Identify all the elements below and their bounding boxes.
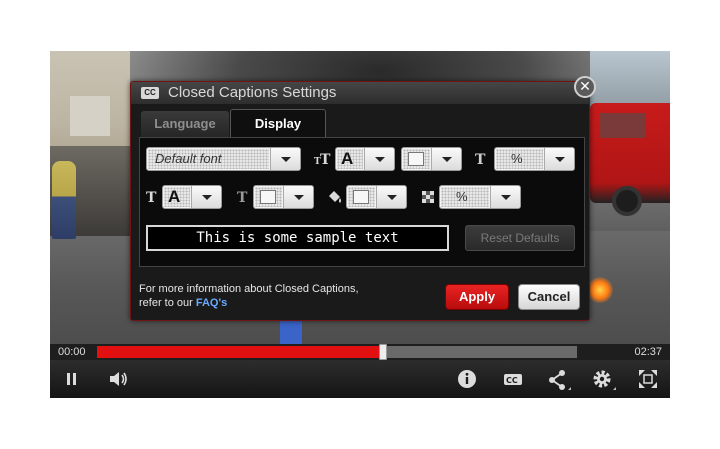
progress-bar[interactable] bbox=[97, 344, 577, 360]
dropdown-arrow-icon bbox=[544, 148, 574, 170]
building-right bbox=[590, 51, 670, 111]
text-edge-style-value: A bbox=[168, 187, 181, 206]
edge-color-select[interactable] bbox=[253, 185, 314, 209]
dropdown-arrow-icon bbox=[364, 148, 394, 170]
dialog-title-bar: CC Closed Captions Settings bbox=[131, 82, 589, 104]
font-size-icon: T T bbox=[314, 152, 331, 167]
font-color-select[interactable] bbox=[401, 147, 462, 171]
background-opacity-value: % bbox=[456, 189, 468, 204]
font-opacity-select[interactable]: % bbox=[494, 147, 575, 171]
truck-window bbox=[600, 113, 645, 138]
close-button[interactable]: ✕ bbox=[574, 76, 596, 98]
font-family-value: Default font bbox=[155, 151, 222, 166]
current-time: 00:00 bbox=[58, 346, 86, 358]
dropdown-arrow-icon bbox=[431, 148, 461, 170]
fullscreen-icon[interactable] bbox=[637, 368, 659, 390]
svg-text:CC: CC bbox=[506, 376, 518, 385]
font-size-select[interactable]: A bbox=[335, 147, 395, 171]
progress-scrubber-handle[interactable] bbox=[378, 344, 387, 360]
font-family-select[interactable]: Default font bbox=[146, 147, 301, 171]
caption-sample-preview: This is some sample text bbox=[146, 225, 449, 251]
svg-text:T: T bbox=[320, 152, 331, 167]
pause-icon[interactable] bbox=[64, 368, 80, 390]
cc-icon[interactable]: CC bbox=[502, 368, 524, 390]
share-icon[interactable] bbox=[546, 368, 572, 390]
tab-display[interactable]: Display bbox=[230, 109, 326, 138]
truck-wheel bbox=[612, 186, 642, 216]
faq-link[interactable]: FAQ's bbox=[196, 297, 227, 309]
progress-fill bbox=[97, 346, 383, 358]
info-text-prefix: refer to our bbox=[139, 297, 196, 309]
edge-color-icon: T bbox=[237, 190, 248, 205]
edge-color-swatch bbox=[260, 190, 276, 204]
cc-badge-icon: CC bbox=[141, 87, 159, 99]
svg-text:T: T bbox=[475, 152, 486, 167]
dropdown-arrow-icon bbox=[191, 186, 221, 208]
info-text-faq: refer to our FAQ's bbox=[139, 297, 227, 309]
total-time: 02:37 bbox=[634, 346, 662, 358]
tab-language[interactable]: Language bbox=[141, 111, 229, 137]
font-opacity-value: % bbox=[511, 151, 523, 166]
dialog-title: Closed Captions Settings bbox=[168, 84, 337, 101]
background-opacity-select[interactable]: % bbox=[439, 185, 521, 209]
person-figure bbox=[52, 161, 76, 239]
background-opacity-icon bbox=[422, 191, 434, 203]
background-color-select[interactable] bbox=[346, 185, 407, 209]
paint-bucket-icon bbox=[329, 191, 341, 203]
settings-icon[interactable] bbox=[591, 368, 617, 390]
volume-icon[interactable] bbox=[108, 368, 130, 390]
reset-defaults-button[interactable]: Reset Defaults bbox=[465, 225, 575, 251]
text-edge-style-select[interactable]: A bbox=[162, 185, 222, 209]
control-bar: CC bbox=[50, 360, 670, 398]
svg-text:T: T bbox=[146, 190, 157, 205]
building-window bbox=[70, 96, 110, 136]
background-color-swatch bbox=[353, 190, 369, 204]
text-edge-icon: T bbox=[146, 190, 157, 205]
dropdown-arrow-icon bbox=[490, 186, 520, 208]
font-color-swatch bbox=[408, 152, 424, 166]
info-text: For more information about Closed Captio… bbox=[139, 283, 359, 295]
dropdown-arrow-icon bbox=[270, 148, 300, 170]
dropdown-arrow-icon bbox=[283, 186, 313, 208]
info-icon[interactable] bbox=[456, 368, 478, 390]
fire-glow bbox=[587, 277, 613, 303]
font-opacity-icon: T bbox=[475, 152, 486, 167]
cancel-button[interactable]: Cancel bbox=[518, 284, 580, 310]
font-size-value: A bbox=[341, 149, 354, 168]
svg-text:T: T bbox=[237, 190, 248, 205]
dropdown-arrow-icon bbox=[376, 186, 406, 208]
apply-button[interactable]: Apply bbox=[445, 284, 509, 310]
progress-row: 00:00 02:37 bbox=[50, 344, 670, 360]
